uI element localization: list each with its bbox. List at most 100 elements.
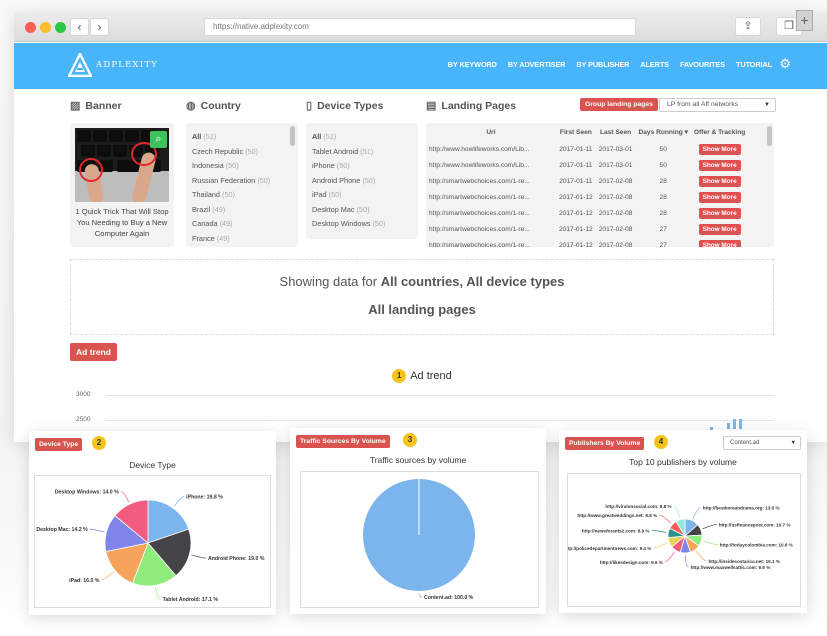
- device-item-name: Desktop Windows: [312, 219, 371, 228]
- gear-icon[interactable]: ⚙: [779, 56, 791, 72]
- table-header-row: Url First Seen Last Seen Days Running ▾ …: [426, 123, 748, 141]
- summary-filters: All countries, All device types: [380, 274, 565, 289]
- nav-tutorial[interactable]: TUTORIAL: [736, 60, 772, 69]
- lp-url[interactable]: http://smartwebchoices.com/1-re...: [426, 205, 556, 221]
- device-item[interactable]: All (51): [312, 130, 412, 145]
- mobile-icon: ▯: [306, 100, 313, 112]
- share-icon[interactable]: ⇪: [735, 17, 761, 36]
- group-landing-pages-button[interactable]: Group landing pages: [580, 98, 658, 111]
- pie-data-label: http://www.greatweddings.net: 8.8 %: [577, 513, 657, 518]
- nav-by-publisher[interactable]: BY PUBLISHER: [576, 60, 629, 69]
- list-icon: ▤: [426, 100, 437, 112]
- country-item[interactable]: Canada (49): [192, 217, 292, 232]
- traffic-source-select[interactable]: Content.ad ▼: [723, 436, 801, 450]
- col-url[interactable]: Url: [426, 123, 556, 141]
- step-badge-3: 3: [403, 433, 417, 447]
- table-row: http://smartwebchoices.com/1-re... 2017-0…: [426, 189, 748, 205]
- device-types-list: All (51) Tablet Android (51) iPhone (50) An…: [306, 123, 418, 239]
- minimize-window-button[interactable]: [40, 22, 51, 33]
- maximize-window-button[interactable]: [55, 22, 66, 33]
- country-item-name: Thailand: [192, 190, 220, 199]
- zoom-icon[interactable]: ⌕: [150, 131, 167, 148]
- banner-card[interactable]: ⌕ 1 Quick Trick That Will Stop You Needi…: [70, 123, 174, 247]
- lp-url[interactable]: http://smartwebchoices.com/1-re...: [426, 189, 556, 205]
- step-badge-1: 1: [392, 369, 407, 383]
- traffic-sources-button[interactable]: Traffic Sources By Volume: [296, 435, 390, 448]
- trend-bar: [739, 419, 742, 429]
- lp-first-seen: 2017-01-11: [559, 177, 593, 185]
- lp-url[interactable]: http://smartwebchoices.com/1-re...: [426, 237, 556, 248]
- show-more-button[interactable]: Show More: [698, 223, 741, 235]
- nav-by-advertiser[interactable]: BY ADVERTISER: [508, 60, 566, 69]
- col-last-seen[interactable]: Last Seen: [596, 123, 636, 141]
- banner-image[interactable]: ⌕: [75, 128, 169, 202]
- pie-data-label: http://newsforants2.com: 8.9 %: [582, 528, 650, 533]
- show-more-button[interactable]: Show More: [698, 159, 741, 171]
- device-type-button[interactable]: Device Type: [35, 438, 83, 451]
- lp-scrollbar[interactable]: [767, 126, 772, 146]
- show-more-button[interactable]: Show More: [698, 207, 741, 219]
- forward-icon[interactable]: ›: [90, 18, 109, 36]
- country-item-name: Canada: [192, 219, 218, 228]
- country-item-count: (50): [225, 161, 239, 170]
- country-item[interactable]: Thailand (50): [192, 188, 292, 203]
- device-item[interactable]: Android Phone (50): [312, 174, 412, 189]
- new-tab-button[interactable]: +: [796, 10, 813, 31]
- pie-connector: [703, 540, 718, 545]
- screenshot-stage: ‹ › https://native.adplexity.com ⇪ ❐ ADP…: [0, 0, 827, 636]
- logo[interactable]: ADPLEXITY: [68, 53, 158, 77]
- country-item[interactable]: All (51): [192, 130, 292, 145]
- lp-first-seen: 2017-01-12: [559, 209, 593, 217]
- lp-last-seen: 2017-02-08: [598, 241, 633, 248]
- pie-data-label: http://viralonsocial.com: 8.8 %: [605, 504, 671, 509]
- back-icon[interactable]: ‹: [70, 18, 89, 36]
- lp-offer-cell: Show More: [691, 157, 748, 173]
- network-select[interactable]: LP from all Aff networks ▼: [659, 98, 776, 112]
- country-item[interactable]: Indonesia (50): [192, 159, 292, 174]
- lp-offer-cell: Show More: [691, 189, 748, 205]
- gridline: [106, 420, 774, 421]
- nav-favourites[interactable]: FAVOURITES: [680, 60, 725, 69]
- country-item[interactable]: Brazil (49): [192, 203, 292, 218]
- pie-data-label: iPad: 16.0 %: [69, 578, 100, 584]
- ad-trend-button[interactable]: Ad trend: [70, 343, 117, 361]
- show-more-button[interactable]: Show More: [698, 239, 741, 247]
- nav-by-keyword[interactable]: BY KEYWORD: [448, 60, 497, 69]
- col-days-running[interactable]: Days Running ▾: [635, 123, 690, 141]
- publishers-card: Publishers By Volume 4 Content.ad ▼ Top …: [559, 430, 807, 613]
- lp-url[interactable]: http://www.howlifeworks.com/Lib...: [426, 141, 556, 157]
- country-item[interactable]: France (49): [192, 232, 292, 247]
- show-more-button[interactable]: Show More: [698, 175, 741, 187]
- country-item-count: (51): [203, 132, 217, 141]
- summary-prefix: Showing data for: [279, 274, 381, 289]
- country-item[interactable]: Russian Federation (50): [192, 174, 292, 189]
- country-title: Country: [200, 99, 241, 112]
- device-item[interactable]: iPad (50): [312, 188, 412, 203]
- device-item[interactable]: iPhone (50): [312, 159, 412, 174]
- device-item[interactable]: Desktop Mac (50): [312, 203, 412, 218]
- traffic-chart: Content.ad: 100.0 %: [300, 471, 539, 608]
- address-bar[interactable]: https://native.adplexity.com: [204, 18, 636, 36]
- lp-url[interactable]: http://smartwebchoices.com/1-re...: [426, 221, 556, 237]
- lp-url[interactable]: http://www.howlifeworks.com/Lib...: [426, 157, 556, 173]
- pie-connector: [651, 529, 667, 533]
- close-window-button[interactable]: [25, 22, 36, 33]
- ad-trend-title-text: Ad trend: [410, 369, 452, 382]
- traffic-chart-title: Traffic sources by volume: [369, 455, 467, 465]
- device-item[interactable]: Tablet Android (51): [312, 145, 412, 160]
- lp-last-seen: 2017-02-08: [598, 209, 633, 217]
- country-item[interactable]: Czech Republic (50): [192, 145, 292, 160]
- landing-pages-table: Url First Seen Last Seen Days Running ▾ …: [426, 123, 748, 247]
- col-first-seen[interactable]: First Seen: [556, 123, 596, 141]
- country-scrollbar[interactable]: [290, 126, 295, 146]
- y-tick-2500: 2500: [76, 416, 91, 423]
- nav-alerts[interactable]: ALERTS: [640, 60, 669, 69]
- lp-url[interactable]: http://smartwebchoices.com/1-re...: [426, 173, 556, 189]
- device-types-heading: ▯ Device Types: [306, 99, 383, 113]
- publishers-button[interactable]: Publishers By Volume: [565, 437, 645, 450]
- device-item[interactable]: Desktop Windows (50): [312, 217, 412, 232]
- show-more-button[interactable]: Show More: [698, 143, 741, 155]
- show-more-button[interactable]: Show More: [698, 191, 741, 203]
- device-item-count: (51): [323, 132, 337, 141]
- pie-connector: [653, 542, 668, 549]
